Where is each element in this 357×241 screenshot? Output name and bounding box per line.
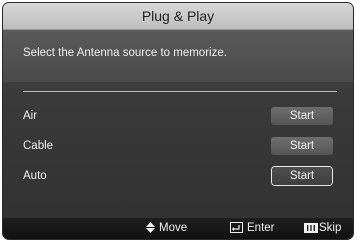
start-button-air[interactable]: Start	[271, 107, 333, 125]
hint-enter-label: Enter	[247, 222, 275, 234]
enter-icon	[230, 222, 243, 234]
footer-hint-bar: Move Enter Skip	[3, 218, 353, 239]
start-button-auto[interactable]: Start	[272, 167, 332, 185]
option-row-cable: Cable Start	[23, 137, 343, 157]
dialog-title: Plug & Play	[3, 3, 353, 30]
option-label-cable: Cable	[23, 140, 54, 152]
hint-skip: Skip	[304, 222, 341, 234]
start-button-cable[interactable]: Start	[271, 137, 333, 155]
divider	[23, 91, 337, 92]
option-label-air: Air	[23, 110, 38, 122]
option-label-auto: Auto	[23, 170, 47, 182]
instruction-text: Select the Antenna source to memorize.	[23, 47, 227, 59]
hint-enter: Enter	[230, 222, 275, 234]
option-row-auto: Auto Start	[23, 167, 343, 187]
instruction-panel: Select the Antenna source to memorize.	[3, 30, 353, 82]
hint-move: Move	[146, 222, 187, 234]
plug-and-play-dialog: Plug & Play Select the Antenna source to…	[3, 3, 353, 239]
hint-skip-label: Skip	[319, 222, 342, 234]
tools-button-icon	[304, 222, 318, 233]
option-row-air: Air Start	[23, 107, 343, 127]
hint-move-label: Move	[159, 222, 188, 234]
up-down-arrow-icon	[146, 222, 155, 234]
